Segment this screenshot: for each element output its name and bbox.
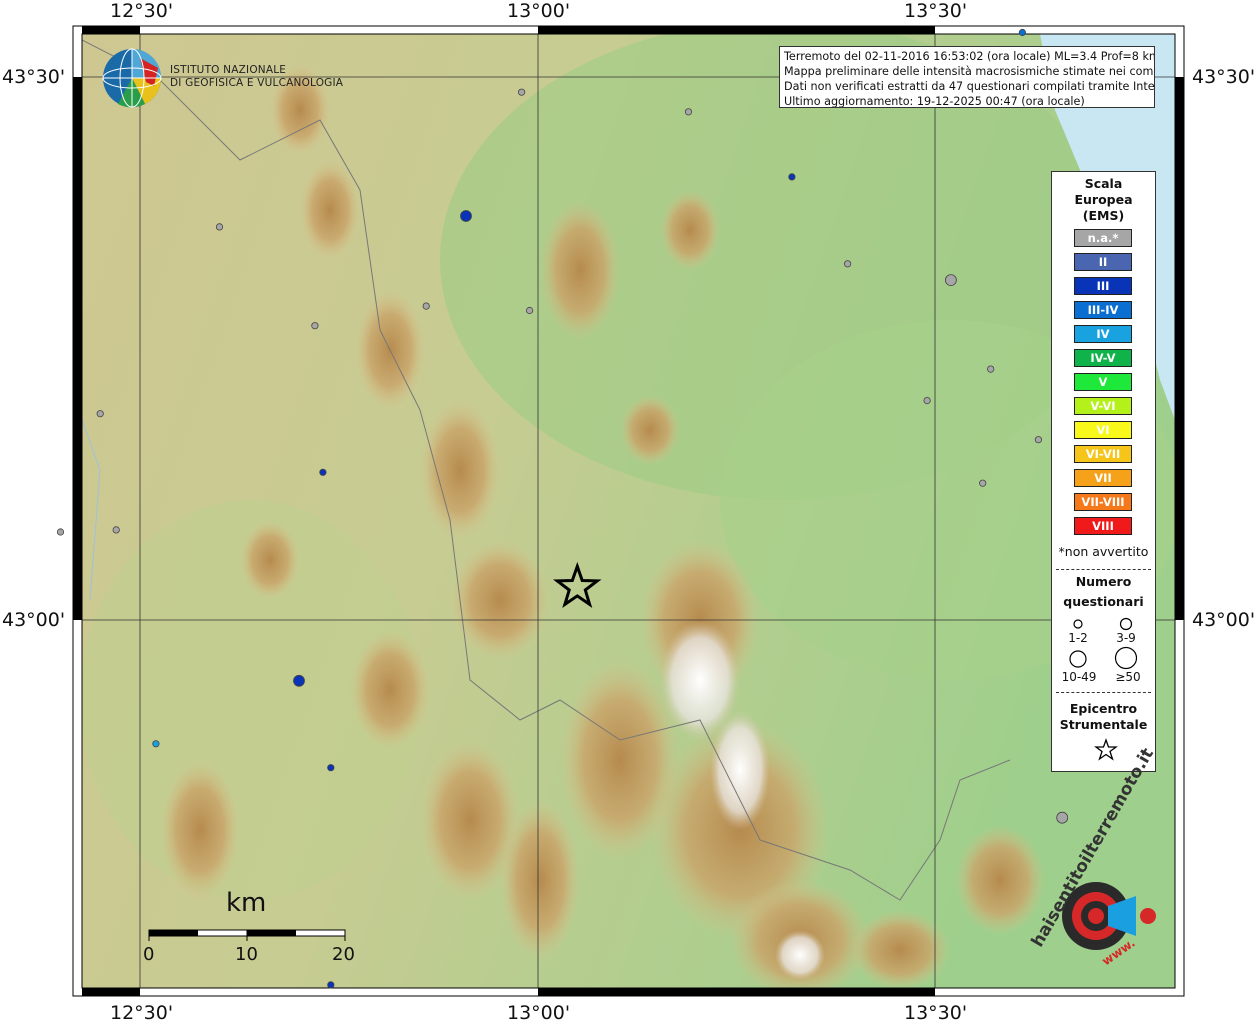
size-label-3-9: 3-9 [1116,631,1136,645]
lat-label-left-4330: 43°30' [2,66,66,88]
event-info-line2: Mappa preliminare delle intensità macros… [784,65,1155,78]
observation-point [843,260,852,268]
scale-tick-0: 0 [143,944,155,965]
legend-class-5: IV-V [1074,349,1132,367]
legend-count-title-1: Numero [1075,574,1132,589]
observation-point [684,108,693,116]
observation-point [517,88,526,96]
observation-point [422,302,430,310]
legend-class-0: n.a.* [1074,229,1132,247]
legend-divider [1056,569,1151,570]
legend-class-2: III [1074,277,1132,295]
legend-class-8: VI [1074,421,1132,439]
size-symbol-medium [1119,617,1133,631]
observation-point [112,526,120,534]
lat-label-right-4330: 43°30' [1192,66,1256,88]
legend-divider-2 [1056,692,1151,693]
legend-class-3: III-IV [1074,301,1132,319]
legend-class-7: V-VI [1074,397,1132,415]
lon-label-bottom-1300: 13°00' [507,1002,571,1024]
scale-tick-20: 20 [332,944,355,965]
lon-label-top-1330: 13°30' [904,0,968,22]
observation-point [788,173,796,181]
legend-note: *non avvertito [1058,544,1149,559]
observation-point [327,764,335,772]
legend-epi-title-1: Epicentro [1069,701,1138,716]
legend-class-4: IV [1074,325,1132,343]
observation-point [319,468,327,476]
observation-point [152,740,160,748]
size-label-50: ≥50 [1115,670,1141,684]
observation-point [1018,28,1027,37]
observation-point [525,306,534,315]
terrain-layer [82,34,1175,988]
legend-class-11: VII-VIII [1074,493,1132,511]
legend-title-2: Europea [1074,192,1133,207]
event-info-line3: Dati non verificati estratti da 47 quest… [784,80,1155,93]
lon-label-top-1230: 12°30' [110,0,174,22]
legend-class-6: V [1074,373,1132,391]
observation-point [923,396,931,405]
lon-label-bottom-1330: 13°30' [904,1002,968,1024]
observation-point [293,674,305,687]
observation-point [987,365,995,373]
lat-label-left-4300: 43°00' [2,609,66,631]
observation-point [327,981,335,989]
ingv-logo-icon [102,48,162,108]
institute-line2: DI GEOFISICA E VULCANOLOGIA [170,77,344,89]
intensity-legend: Scala Europea (EMS) n.a.* II III III-IV IV IV… [1051,171,1156,772]
legend-epi-title-2: Strumentale [1059,717,1148,732]
observation-point [1034,436,1043,444]
institute-line1: ISTITUTO NAZIONALE [170,64,287,76]
legend-class-12: VIII [1074,517,1132,535]
legend-title-1: Scala [1084,176,1123,191]
observation-point [311,322,319,330]
legend-class-9: VI-VII [1074,445,1132,463]
size-label-1-2: 1-2 [1068,631,1088,645]
lon-label-top-1300: 13°00' [507,0,571,22]
legend-class-10: VII [1074,469,1132,487]
lat-label-right-4300: 43°00' [1192,609,1256,631]
size-symbol-large [1069,650,1087,668]
scale-tick-10: 10 [235,944,258,965]
event-info-line1: Terremoto del 02-11-2016 16:53:02 (ora l… [784,50,1155,63]
observation-point [979,479,987,487]
legend-count-title-2: questionari [1063,594,1144,609]
event-info-box: Terremoto del 02-11-2016 16:53:02 (ora l… [779,46,1155,108]
legend-class-1: II [1074,253,1132,271]
scale-unit: km [226,888,267,918]
observation-point [56,528,65,536]
size-symbol-xlarge [1114,646,1138,670]
event-info-line4: Ultimo aggiornamento: 19-12-2025 00:47 (… [784,95,1085,108]
size-symbol-small [1073,619,1083,629]
observation-point [96,410,104,418]
observation-point [1056,811,1069,824]
observation-point [460,210,472,222]
legend-epicenter-star-icon [1094,738,1118,761]
size-label-10-49: 10-49 [1061,670,1097,684]
lon-label-bottom-1230: 12°30' [110,1002,174,1024]
observation-point [215,223,224,231]
legend-title-3: (EMS) [1082,208,1125,223]
institute-name: ISTITUTO NAZIONALE DI GEOFISICA E VULCAN… [170,64,343,90]
observation-point [945,274,957,287]
